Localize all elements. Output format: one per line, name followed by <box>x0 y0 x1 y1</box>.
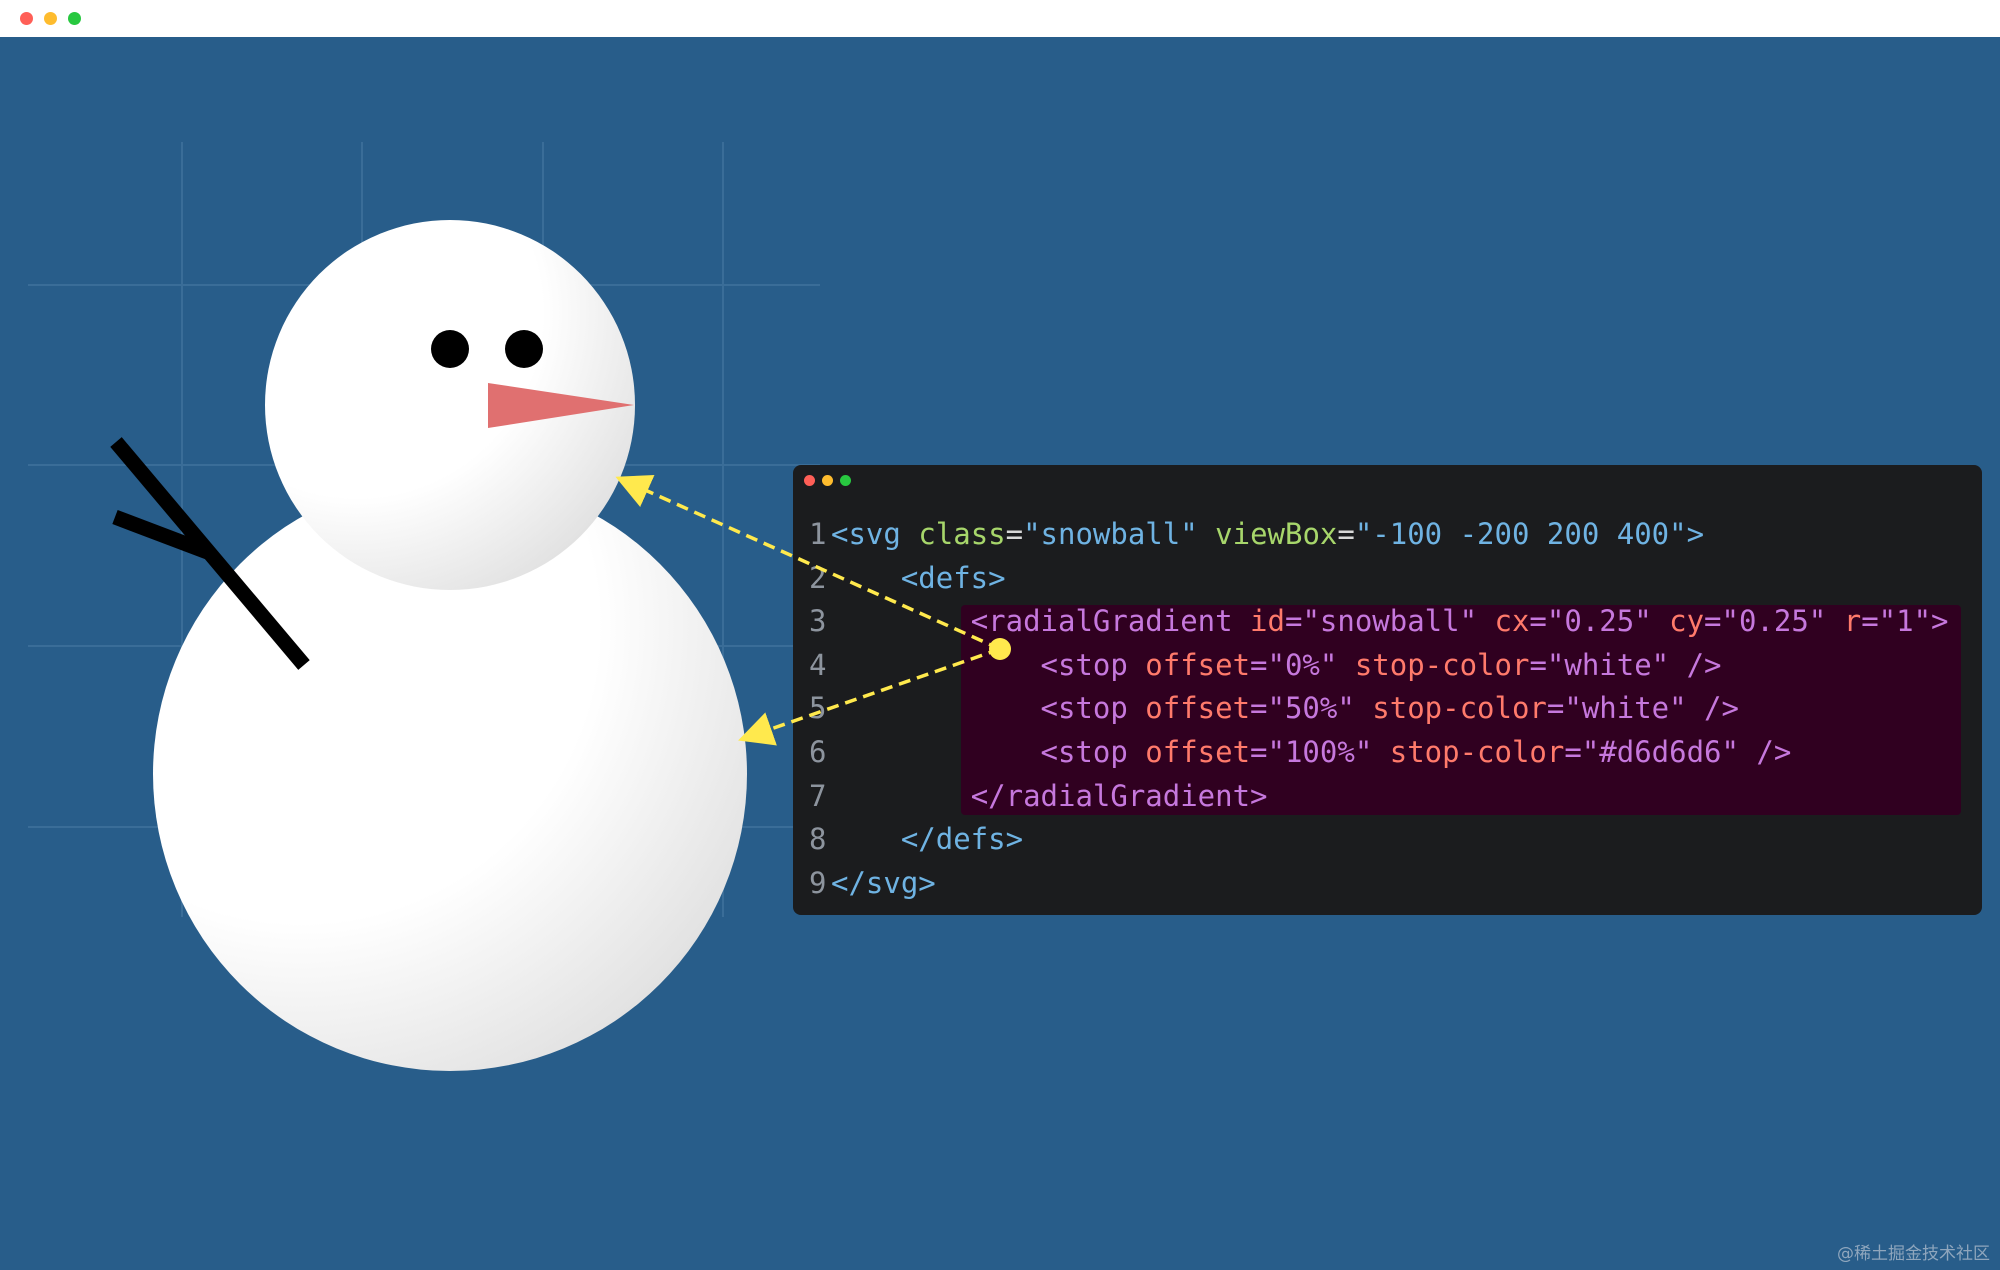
code-token: "50%" <box>1267 691 1373 726</box>
code-token: cy <box>1669 604 1705 639</box>
code-token: </defs> <box>900 822 1024 857</box>
line-number: 9 <box>809 865 827 900</box>
code-token: = <box>1704 604 1722 639</box>
line-number: 2 <box>809 560 827 595</box>
line-number: 1 <box>809 517 827 551</box>
code-token: class <box>918 517 1006 551</box>
code-token: </radialGradient> <box>970 778 1268 813</box>
code-token: offset <box>1145 691 1251 726</box>
maximize-button[interactable] <box>68 12 81 25</box>
code-token: = <box>1250 734 1268 769</box>
code-token: viewBox <box>1215 517 1338 551</box>
code-token: </svg> <box>831 865 936 900</box>
code-line: 5 <stop offset="50%" stop-color="white" … <box>809 687 1949 731</box>
code-token: id <box>1250 604 1285 639</box>
code-line: 6 <stop offset="100%" stop-color="#d6d6d… <box>809 731 1949 775</box>
code-line: 4 <stop offset="0%" stop-color="white" /… <box>809 644 1949 688</box>
code-minimize-dot <box>822 475 833 486</box>
code-token: = <box>1250 691 1268 726</box>
line-number: 8 <box>809 822 827 857</box>
right-eye <box>505 330 543 368</box>
code-token: /> <box>1756 734 1792 769</box>
code-token: /> <box>1686 647 1722 682</box>
code-token: <stop <box>1040 647 1146 682</box>
code-token: "100%" <box>1267 734 1390 769</box>
code-token: = <box>1529 604 1547 639</box>
code-token: "white" <box>1564 691 1705 726</box>
line-number: 5 <box>809 691 827 726</box>
code-token: = <box>1250 647 1268 682</box>
code-token: = <box>1529 647 1547 682</box>
code-token: offset <box>1145 734 1251 769</box>
code-token: r <box>1843 604 1862 639</box>
code-block: 1 <svg class="snowball" viewBox="-100 -20… <box>809 513 1949 905</box>
code-token: "#d6d6d6" <box>1581 734 1757 769</box>
code-token: "white" <box>1546 647 1687 682</box>
code-line: 9 </svg> <box>809 862 1949 906</box>
line-number: 7 <box>809 778 827 813</box>
code-token: = <box>1284 604 1303 639</box>
code-close-dot <box>804 475 815 486</box>
window-titlebar <box>0 0 2000 37</box>
code-token: = <box>1005 517 1024 551</box>
code-line: 8 </defs> <box>809 818 1949 862</box>
code-token: <svg <box>831 517 919 551</box>
code-token: offset <box>1145 647 1251 682</box>
code-token: "0%" <box>1267 647 1355 682</box>
code-line: 7 </radialGradient> <box>809 775 1949 819</box>
code-token: "snowball" <box>1023 517 1216 551</box>
minimize-button[interactable] <box>44 12 57 25</box>
code-line: 3 <radialGradient id="snowball" cx="0.25… <box>809 600 1949 644</box>
code-token: cx <box>1494 604 1530 639</box>
drawing-canvas: 1 <svg class="snowball" viewBox="-100 -20… <box>0 37 2000 1270</box>
code-token: stop-color <box>1372 691 1547 726</box>
code-maximize-dot <box>840 475 851 486</box>
watermark: @稀土掘金技术社区 <box>1837 1244 1990 1264</box>
code-token: "0.25" <box>1546 604 1670 639</box>
code-token: <defs> <box>900 560 1006 595</box>
code-token: "0.25" <box>1721 604 1844 639</box>
code-token: "snowball" <box>1302 604 1495 639</box>
code-token: /> <box>1704 691 1739 726</box>
line-number: 4 <box>809 647 827 682</box>
code-token: "-100 -200 200 400"> <box>1354 517 1705 551</box>
code-editor-panel: 1 <svg class="snowball" viewBox="-100 -20… <box>793 465 1982 915</box>
left-eye <box>431 330 469 368</box>
close-button[interactable] <box>20 12 33 25</box>
code-token: "1"> <box>1878 604 1949 639</box>
code-token: stop-color <box>1389 734 1565 769</box>
app-window: 1 <svg class="snowball" viewBox="-100 -20… <box>0 0 2000 1270</box>
code-token: = <box>1337 517 1355 551</box>
code-token: = <box>1564 734 1582 769</box>
code-line: 1 <svg class="snowball" viewBox="-100 -20… <box>809 513 1949 557</box>
code-token: <stop <box>1040 691 1146 726</box>
code-token: = <box>1546 691 1565 726</box>
code-token: <stop <box>1040 734 1146 769</box>
line-number: 3 <box>809 604 827 639</box>
line-number: 6 <box>809 734 827 769</box>
code-token: <radialGradient <box>970 604 1251 639</box>
code-line: 2 <defs> <box>809 557 1949 601</box>
code-token: = <box>1861 604 1879 639</box>
code-token: stop-color <box>1354 647 1530 682</box>
